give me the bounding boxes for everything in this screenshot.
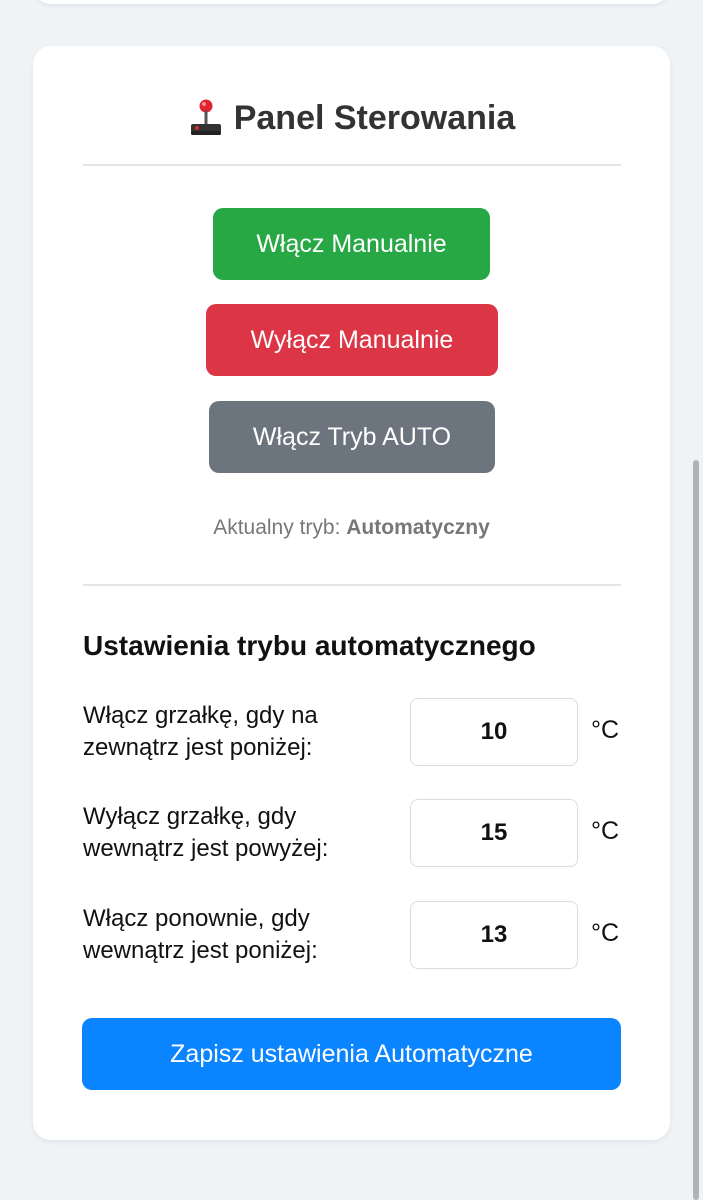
current-mode-label: Aktualny tryb: [213, 516, 341, 539]
control-panel-card: Panel Sterowania Włącz Manualnie Wyłącz … [33, 46, 670, 1140]
inside-above-input[interactable] [410, 799, 578, 867]
unit-label: °C [591, 919, 620, 947]
setting-label: Włącz ponownie, gdy wewnątrz jest poniże… [83, 905, 318, 964]
setting-row-inside-below: Włącz ponownie, gdy wewnątrz jest poniże… [83, 901, 623, 971]
inside-below-input[interactable] [410, 901, 578, 969]
save-auto-settings-button[interactable]: Zapisz ustawienia Automatyczne [82, 1018, 621, 1090]
setting-row-inside-above: Wyłącz grzałkę, gdy wewnątrz jest powyże… [83, 799, 623, 869]
page: Panel Sterowania Włącz Manualnie Wyłącz … [0, 0, 703, 1200]
divider-top [83, 164, 621, 166]
joystick-icon [190, 99, 221, 135]
manual-off-button[interactable]: Wyłącz Manualnie [206, 304, 498, 376]
manual-on-button[interactable]: Włącz Manualnie [213, 208, 490, 280]
setting-label: Wyłącz grzałkę, gdy wewnątrz jest powyże… [83, 803, 329, 862]
page-title: Panel Sterowania [233, 98, 516, 137]
current-mode: Aktualny tryb: Automatyczny [33, 516, 670, 540]
auto-settings-title: Ustawienia trybu automatycznego [83, 630, 536, 661]
auto-mode-button[interactable]: Włącz Tryb AUTO [209, 401, 495, 473]
current-mode-value: Automatyczny [346, 516, 490, 539]
unit-label: °C [591, 817, 620, 845]
panel-header: Panel Sterowania [33, 96, 670, 140]
outside-below-input[interactable] [410, 698, 578, 766]
setting-label: Włącz grzałkę, gdy na zewnątrz jest poni… [83, 702, 318, 761]
scrollbar[interactable] [693, 460, 699, 1200]
previous-card [33, 0, 670, 4]
divider-middle [83, 584, 621, 586]
unit-label: °C [591, 716, 620, 744]
setting-row-outside-below: Włącz grzałkę, gdy na zewnątrz jest poni… [83, 698, 623, 768]
